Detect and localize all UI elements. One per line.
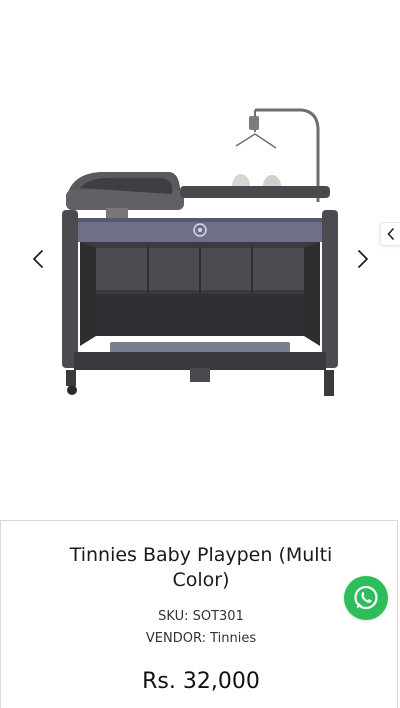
product-info-card: Tinnies Baby Playpen (Multi Color) SKU: … — [0, 520, 398, 708]
sku-value: SOT301 — [192, 609, 244, 624]
vendor-value[interactable]: Tinnies — [210, 631, 256, 646]
chevron-left-icon — [387, 228, 394, 240]
previous-image-button[interactable] — [27, 248, 49, 270]
whatsapp-chat-button[interactable] — [344, 576, 388, 620]
sku-label: SKU: — [158, 609, 189, 624]
product-sku: SKU: SOT301 — [1, 609, 400, 624]
chevron-right-icon — [358, 250, 368, 268]
whatsapp-icon — [354, 585, 378, 610]
chevron-left-icon — [33, 250, 43, 268]
product-vendor: VENDOR: Tinnies — [1, 631, 400, 646]
side-drawer-tab[interactable] — [380, 222, 400, 246]
product-image[interactable] — [40, 90, 360, 410]
product-gallery — [0, 0, 400, 520]
next-image-button[interactable] — [352, 248, 374, 270]
product-page: Tinnies Baby Playpen (Multi Color) SKU: … — [0, 0, 400, 708]
vendor-label: VENDOR: — [145, 631, 206, 646]
product-title: Tinnies Baby Playpen (Multi Color) — [69, 544, 333, 591]
product-price: Rs. 32,000 — [142, 669, 260, 694]
